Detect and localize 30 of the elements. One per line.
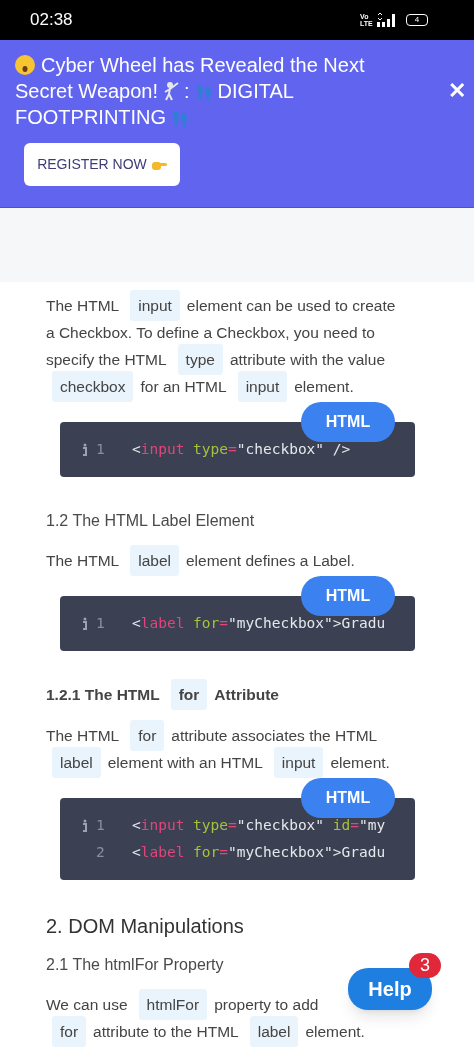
code-line: <label for="myCheckbox">Gradu [132,842,386,862]
line-number: 1 [96,613,105,633]
close-button[interactable]: ✕ [448,80,466,102]
line-number: 1 [96,815,105,835]
paragraph: The HTML input element can be used to create a Checkbox. To define a Checkbox, you need to specify the HTML type attribute with the value checkbox for an HTML input element. [46,292,400,400]
banner-title: Secret Weapon! [15,79,159,104]
section-heading: 1.2 The HTML Label Element [46,510,256,531]
banner-title: FOOTPRINTING [15,105,167,130]
language-badge: HTML [301,778,395,818]
banner-title: : [184,79,190,104]
register-button[interactable]: REGISTER NOW [24,143,180,186]
fencer-icon [162,81,181,101]
section-heading: 1.2.1 The HTML for Attribute [46,681,283,708]
paragraph: The HTML label element defines a Label. [46,547,359,574]
code-line: <input type="checkbox" id="my [132,815,386,835]
surprised-emoji-icon [15,55,35,75]
battery-icon: 4 [406,14,428,26]
language-badge: HTML [301,402,395,442]
code-line: <input type="checkbox" /> [132,439,351,459]
line-number: 1 [96,439,105,459]
section-heading: 2.1 The htmlFor Property [46,954,225,975]
line-number: 2 [96,842,105,862]
section-heading: 2. DOM Manipulations [46,914,245,939]
paragraph: The HTML for attribute associates the HTML label element with an HTML input element. [46,722,394,776]
language-badge: HTML [301,576,395,616]
banner-title: Cyber Wheel has Revealed the Next [41,53,365,78]
notification-badge: 3 [409,953,441,978]
status-time: 02:38 [30,9,73,32]
banner-title: DIGITAL [217,79,294,104]
code-line: <label for="myCheckbox">Gradu [132,613,386,633]
